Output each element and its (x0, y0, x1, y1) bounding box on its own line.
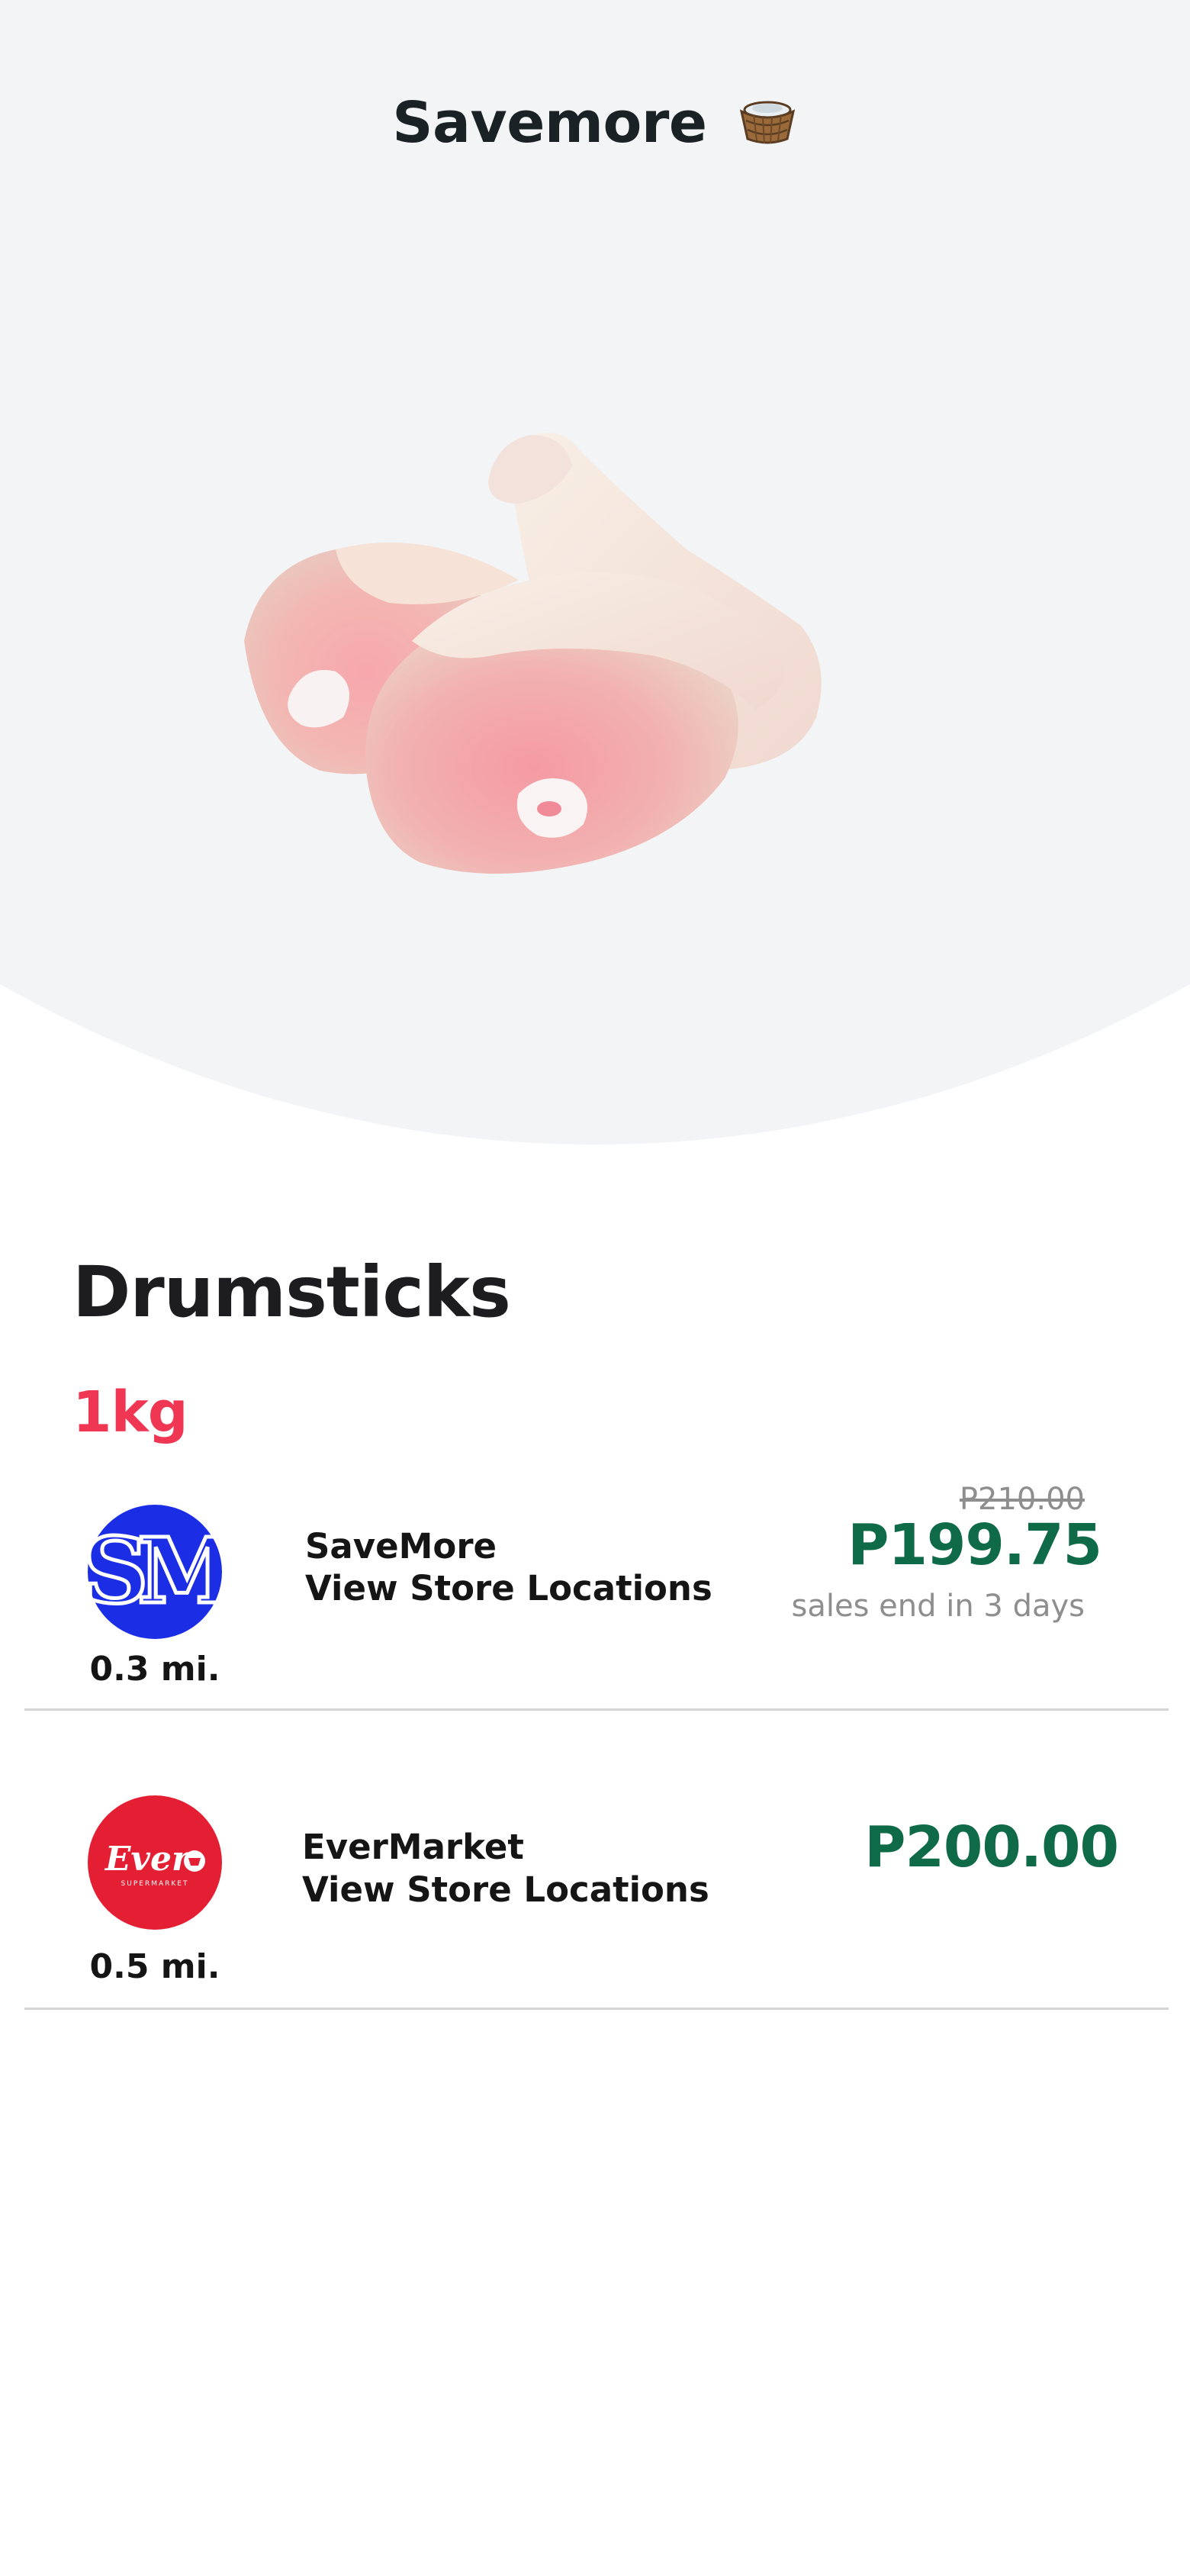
sale-end-note: sales end in 3 days (791, 1589, 1085, 1624)
svg-text:SUPERMARKET: SUPERMARKET (121, 1880, 189, 1888)
chicken-drumsticks-image (229, 412, 961, 916)
product-name: Drumsticks (72, 1251, 511, 1333)
store-distance: 0.5 mi. (89, 1947, 220, 1986)
svg-text:SM: SM (88, 1518, 222, 1624)
page-title: Savemore (0, 90, 1190, 156)
product-size: 1kg (72, 1380, 188, 1445)
store-name: EverMarket (302, 1827, 524, 1867)
sm-logo: SM (82, 1505, 246, 1639)
svg-text:Ever: Ever (104, 1840, 191, 1879)
store-offer-row[interactable]: Ever SUPERMARKET 0.5 mi. EverMarket View… (24, 1778, 1169, 2010)
view-store-locations-link[interactable]: View Store Locations (305, 1568, 712, 1608)
divider (24, 2008, 1169, 2010)
view-store-locations-link[interactable]: View Store Locations (302, 1869, 709, 1910)
sale-price: P200.00 (864, 1814, 1119, 1880)
store-distance: 0.3 mi. (89, 1650, 220, 1689)
sale-price: P199.75 (847, 1512, 1102, 1578)
basket-icon (737, 93, 798, 147)
page-title-text: Savemore (392, 90, 707, 156)
ever-logo: Ever SUPERMARKET (88, 1795, 222, 1930)
store-name: SaveMore (305, 1526, 497, 1567)
hero-section: Savemore (0, 0, 1190, 1145)
store-offer-row[interactable]: SM 0.3 mi. SaveMore View Store Locations… (24, 1473, 1169, 1711)
divider (24, 1708, 1169, 1711)
